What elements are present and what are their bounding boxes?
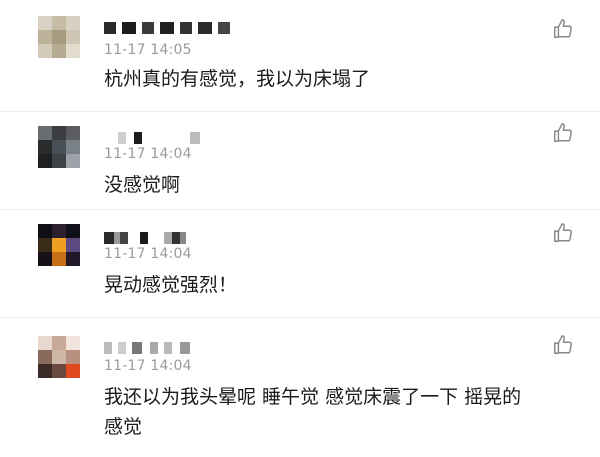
- comment-item: 11-17 14:05 杭州真的有感觉，我以为床塌了: [0, 0, 600, 112]
- thumbs-up-icon: [554, 123, 572, 142]
- comment-time: 11-17 14:04: [104, 246, 192, 262]
- username-redacted[interactable]: [104, 230, 186, 246]
- username-redacted[interactable]: [104, 130, 200, 146]
- like-button[interactable]: [552, 334, 574, 356]
- comment-item: 11-17 14:04 我还以为我头晕呢 睡午觉 感觉床震了一下 摇晃的感觉: [0, 318, 600, 457]
- like-button[interactable]: [552, 18, 574, 40]
- like-button[interactable]: [552, 122, 574, 144]
- comment-text: 晃动感觉强烈！: [104, 274, 238, 296]
- username-redacted[interactable]: [104, 340, 190, 356]
- avatar[interactable]: [38, 16, 80, 58]
- comment-list: 11-17 14:05 杭州真的有感觉，我以为床塌了 11-17 14:04 没…: [0, 0, 600, 457]
- like-button[interactable]: [552, 222, 574, 244]
- comment-text: 我还以为我头晕呢 睡午觉 感觉床震了一下 摇晃的感觉: [104, 386, 522, 438]
- comment-text: 没感觉啊: [104, 174, 181, 196]
- thumbs-up-icon: [554, 19, 572, 38]
- comment-item: 11-17 14:04 晃动感觉强烈！: [0, 210, 600, 318]
- comment-time: 11-17 14:05: [104, 42, 192, 58]
- username-redacted[interactable]: [104, 20, 230, 36]
- avatar[interactable]: [38, 336, 80, 378]
- comment-time: 11-17 14:04: [104, 146, 192, 162]
- comment-time: 11-17 14:04: [104, 358, 192, 374]
- thumbs-up-icon: [554, 335, 572, 354]
- thumbs-up-icon: [554, 223, 572, 242]
- avatar[interactable]: [38, 224, 80, 266]
- comment-text: 杭州真的有感觉，我以为床塌了: [104, 68, 371, 90]
- avatar[interactable]: [38, 126, 80, 168]
- comment-item: 11-17 14:04 没感觉啊: [0, 112, 600, 210]
